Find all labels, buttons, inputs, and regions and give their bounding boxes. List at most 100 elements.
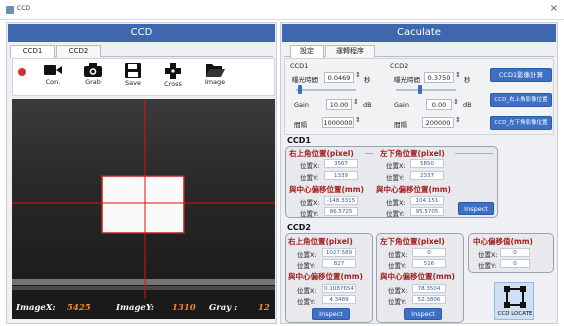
ccd1-inspect-button[interactable]: Inspect [458, 202, 494, 215]
ccd2-center-y-value: 0 [500, 259, 530, 268]
ccd-panel-header: CCD [8, 24, 275, 42]
ccd2-interval-spin[interactable]: ⇕ [455, 116, 461, 124]
ccd1-gain-label: Gain [294, 101, 309, 109]
cross-icon [165, 63, 181, 79]
grab-label: Grab [85, 78, 101, 86]
calculate-panel-header: Caculate [282, 24, 556, 42]
ccd1-interval-label: 間隔 [294, 121, 307, 129]
ccd1-settings-title: CCD1 [290, 62, 309, 70]
gray-label: Gray : [209, 303, 238, 313]
ccd-top-right-image-button[interactable]: CCD_右上角影像位置 [490, 93, 552, 107]
divider [365, 153, 373, 154]
camera-video-icon [44, 65, 62, 75]
image-x-label: ImageX: [16, 303, 56, 313]
ccd1-exposure-spin[interactable]: ⇕ [355, 71, 361, 79]
tab-ccd2[interactable]: CCD2 [56, 45, 101, 57]
ccd2-tr-y-value: 827 [322, 259, 356, 268]
ccd2-gain-input[interactable]: 0.00 [426, 99, 452, 110]
ccd2-gain-spin[interactable]: ⇕ [453, 98, 459, 106]
slider-knob[interactable] [418, 85, 422, 94]
ccd2-gain-label: Gain [394, 101, 409, 109]
ccd2-offset2-title: 與中心偏移位置(mm) [380, 272, 455, 281]
ccd1-bl-y-label: 位置Y: [386, 174, 405, 182]
image-x-value: 5425 [67, 303, 91, 313]
ccd1-off1-x-value: -148.3315 [324, 196, 358, 205]
close-icon[interactable]: × [550, 3, 558, 14]
cross-label: Cross [164, 80, 182, 88]
ccd2-exposure-slider[interactable] [396, 85, 456, 94]
tab-ccd1[interactable]: CCD1 [10, 45, 55, 58]
ccd2-exposure-unit: 秒 [464, 76, 471, 84]
ccd2-center-y-label: 位置Y: [478, 262, 497, 270]
ccd2-interval-input[interactable]: 200000 [422, 117, 454, 128]
ccd1-interval-spin[interactable]: ⇕ [355, 116, 361, 124]
ccd1-off1-y-label: 位置Y: [300, 210, 319, 218]
camera-icon [84, 63, 102, 77]
ccd1-exposure-input[interactable]: 0.0469 [324, 72, 354, 83]
save-button[interactable]: Save [115, 62, 151, 94]
ccd2-exposure-spin[interactable]: ⇕ [455, 71, 461, 79]
camera-view[interactable] [12, 99, 275, 299]
ccd1-image-calc-button[interactable]: CCD1影像計算 [490, 68, 552, 82]
ccd1-bottom-left-title: 左下角位置(pixel) [380, 149, 445, 158]
ccd1-interval-input[interactable]: 1000000 [322, 117, 354, 128]
ccd2-off1-x-value: 0.1087654 [322, 284, 356, 293]
gray-value: 12 [258, 303, 270, 313]
cross-button[interactable]: Cross [155, 62, 191, 94]
calculate-tabs: 設定 運轉程序 [284, 45, 554, 58]
ccd2-off2-x-value: 78.3504 [412, 284, 446, 293]
ccd2-exposure-input[interactable]: 0.3750 [424, 72, 454, 83]
tab-run-procedure[interactable]: 運轉程序 [325, 45, 375, 57]
ccd-bottom-left-image-button[interactable]: CCD_左下角影像位置 [490, 116, 552, 130]
ccd2-results-title: CCD2 [287, 223, 311, 232]
ccd2-off2-y-value: 52.3806 [412, 295, 446, 304]
ccd2-bl-y-value: 516 [412, 259, 446, 268]
image-label: Image [204, 78, 226, 86]
ccd-locate-button[interactable]: CCD LOCATE [494, 282, 534, 320]
locate-icon [504, 286, 526, 308]
ccd2-bl-x-label: 位置X: [388, 251, 408, 259]
ccd2-exposure-label: 曝光時間 [394, 76, 420, 84]
window-titlebar: CCD × [0, 0, 564, 20]
ccd2-off2-x-label: 位置X: [388, 287, 408, 295]
ccd2-off1-y-label: 位置Y: [297, 298, 316, 306]
ccd2-interval-label: 間隔 [394, 121, 407, 129]
ccd2-inspect-button-2[interactable]: Inspect [404, 308, 442, 320]
connect-label: Con. [45, 78, 61, 86]
ccd2-gain-unit: dB [463, 101, 472, 109]
connect-button[interactable]: Con. [35, 62, 71, 94]
app-icon [6, 6, 14, 14]
grab-button[interactable]: Grab [75, 62, 111, 94]
ccd1-exposure-slider[interactable] [296, 85, 356, 94]
ccd1-bl-x-value: 5850 [410, 159, 444, 168]
record-indicator [18, 68, 26, 76]
ccd2-inspect-button-1[interactable]: Inspect [312, 308, 350, 320]
image-y-value: 1310 [172, 303, 196, 313]
ccd1-gain-input[interactable]: 10.00 [326, 99, 352, 110]
ccd2-bl-x-value: 0 [412, 248, 446, 257]
ccd1-tr-x-label: 位置X: [300, 162, 320, 170]
ccd1-top-right-title: 右上角位置(pixel) [289, 149, 354, 158]
ccd1-gain-unit: dB [363, 101, 372, 109]
ccd1-gain-spin[interactable]: ⇕ [353, 98, 359, 106]
ccd-tabs: CCD1 CCD2 [10, 45, 273, 58]
window-title: CCD [17, 5, 30, 12]
ccd1-off1-y-value: 86.5725 [324, 207, 358, 216]
ccd2-bl-y-label: 位置Y: [388, 262, 407, 270]
ccd2-settings-title: CCD2 [390, 62, 409, 70]
floppy-disk-icon [125, 63, 141, 78]
ccd1-off2-y-value: 95.5705 [410, 207, 444, 216]
slider-knob[interactable] [298, 85, 302, 94]
ccd1-off2-x-label: 位置X: [386, 199, 406, 207]
ccd-locate-label: CCD LOCATE [497, 311, 533, 317]
ccd1-tr-y-label: 位置Y: [300, 174, 319, 182]
ccd1-offset1-title: 與中心偏移位置(mm) [289, 185, 364, 194]
camera-image [12, 99, 275, 299]
ccd2-tr-x-label: 位置X: [297, 251, 317, 259]
ccd1-tr-y-value: 1339 [324, 171, 358, 180]
folder-open-icon [205, 64, 225, 77]
tab-settings[interactable]: 設定 [290, 45, 324, 58]
image-button[interactable]: Image [197, 62, 233, 94]
ccd1-off2-y-label: 位置Y: [386, 210, 405, 218]
ccd2-off1-y-value: 4.3489 [322, 295, 356, 304]
